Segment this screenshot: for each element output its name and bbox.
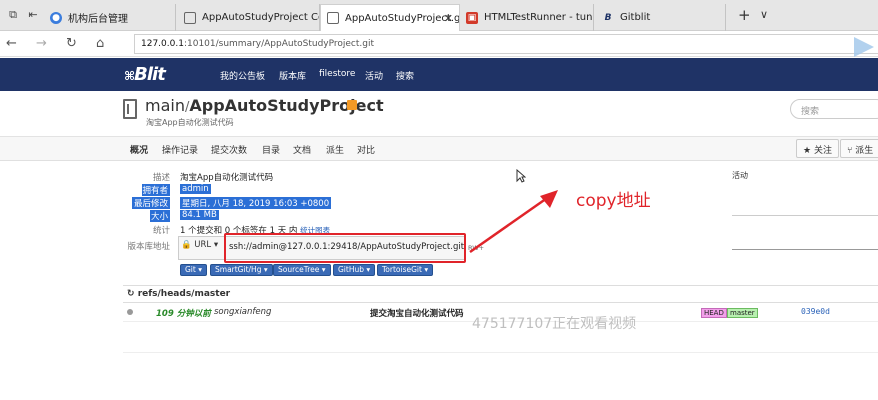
tab-project-config[interactable]: AppAutoStudyProject Confi	[178, 4, 320, 31]
nav-activity[interactable]: 活动	[365, 69, 383, 82]
globe-icon: ●	[50, 11, 62, 24]
lock-icon: 🔒	[181, 240, 192, 250]
new-tab-icon[interactable]: +	[738, 8, 751, 23]
url-input[interactable]: 127.0.0.1:10101/summary/AppAutoStudyProj…	[134, 34, 878, 54]
head-badge[interactable]: HEAD	[701, 308, 727, 318]
activity-chart-axis	[732, 249, 878, 250]
client-tortoisegit-button[interactable]: TortoiseGit ▾	[377, 264, 434, 276]
owner-link[interactable]: main	[145, 96, 185, 115]
tab-forks[interactable]: 派生	[326, 143, 344, 156]
app-icon: ▣	[466, 11, 478, 24]
nav-filestore[interactable]: filestore	[319, 69, 355, 79]
owner-label: 拥有者	[142, 184, 170, 196]
commit-age: 109 分钟以前	[156, 309, 211, 319]
page-icon	[184, 11, 196, 24]
video-watermark: 475177107正在观看视频	[472, 316, 637, 332]
browser-tab-bar: ⧉ ⇤ ● 机构后台管理 AppAutoStudyProject Confi A…	[0, 0, 878, 31]
refs-header[interactable]: ↻ refs/heads/master	[123, 285, 878, 303]
desc-value: 淘宝App自动化测试代码	[180, 173, 274, 183]
size-value: 84.1 MB	[180, 210, 219, 220]
forward-icon[interactable]: →	[36, 36, 47, 52]
client-sourcetree-button[interactable]: SourceTree ▾	[273, 264, 331, 276]
git-glyph-icon: ⌘	[124, 69, 135, 83]
divider	[123, 352, 878, 353]
tab-commits[interactable]: 提交次数	[211, 143, 247, 156]
activity-chart-gridline	[732, 215, 878, 216]
owner-value[interactable]: admin	[180, 184, 211, 194]
tab-summary[interactable]: 概况	[130, 143, 148, 156]
tab-htmltestrunner[interactable]: ▣ HTMLTestRunner - tungwai	[460, 4, 594, 31]
tab-manager-icon[interactable]: ⧉	[6, 8, 20, 22]
branch-icon: ↻	[127, 289, 135, 299]
home-icon[interactable]: ⌂	[96, 36, 104, 52]
tab-compare[interactable]: 对比	[357, 143, 375, 156]
watch-button[interactable]: ★ 关注	[796, 139, 839, 158]
repo-header: main/AppAutoStudyProject 淘宝App自动化测试代码 搜索	[0, 91, 878, 137]
chevron-down-icon[interactable]: ∨	[760, 8, 768, 22]
tab-admin[interactable]: ● 机构后台管理	[44, 4, 176, 31]
rss-icon[interactable]	[347, 100, 357, 110]
repo-description: 淘宝App自动化测试代码	[146, 118, 234, 127]
commit-sha[interactable]: 039e0d	[801, 307, 830, 316]
branch-badge[interactable]: master	[727, 308, 758, 318]
cursor-icon	[516, 169, 526, 183]
activity-label: 活动	[732, 171, 748, 180]
client-github-button[interactable]: GitHub ▾	[333, 264, 376, 276]
address-bar: ← → ↻ ⌂ 127.0.0.1:10101/summary/AppAutoS…	[0, 31, 878, 57]
annotation-text: copy地址	[576, 191, 651, 211]
size-label: 大小	[150, 210, 170, 222]
repository-icon	[123, 99, 137, 119]
tab-project-summary[interactable]: AppAutoStudyProject.g ✕	[320, 4, 460, 31]
gitblit-logo[interactable]: ⌘Blit	[124, 64, 166, 85]
fork-icon: ⑂	[847, 146, 853, 156]
chevron-down-icon: ▾	[213, 240, 219, 250]
back-tabs-icon[interactable]: ⇤	[26, 8, 40, 22]
commit-author[interactable]: songxianfeng	[214, 307, 271, 317]
star-icon: ★	[803, 146, 812, 156]
desc-label: 描述	[152, 173, 170, 183]
commit-message[interactable]: 提交淘宝自动化测试代码	[370, 307, 464, 319]
extension-icon[interactable]	[848, 31, 878, 61]
page-icon	[327, 12, 339, 24]
tab-reflog[interactable]: 操作记录	[162, 143, 198, 156]
stats-label: 统计	[152, 226, 170, 236]
tab-tree[interactable]: 目录	[262, 143, 280, 156]
gitblit-icon: B	[604, 12, 612, 23]
search-input[interactable]: 搜索	[790, 99, 878, 119]
gitblit-top-nav: ⌘Blit 我的公告板 版本库 filestore 活动 搜索	[0, 58, 878, 91]
url-protocol-dropdown[interactable]: 🔒 URL ▾	[181, 240, 218, 250]
annotation-arrow	[469, 190, 558, 254]
repo-subnav: 概况 操作记录 提交次数 目录 文档 派生 对比 ★ 关注 ⑂ 派生	[0, 137, 878, 161]
refresh-icon[interactable]: ↻	[66, 36, 77, 52]
nav-dashboard[interactable]: 我的公告板	[220, 69, 265, 82]
nav-search[interactable]: 搜索	[396, 69, 414, 82]
fork-button[interactable]: ⑂ 派生	[840, 139, 878, 158]
highlight-box	[224, 233, 466, 263]
client-smartgit-button[interactable]: SmartGit/Hg ▾	[210, 264, 273, 276]
nav-repositories[interactable]: 版本库	[279, 69, 306, 82]
modified-label: 最后修改	[132, 197, 170, 209]
commit-dot-icon	[127, 309, 133, 315]
back-icon[interactable]: ←	[6, 36, 17, 52]
url-label: 版本库地址	[127, 242, 170, 252]
close-icon[interactable]: ✕	[444, 12, 453, 25]
tab-docs[interactable]: 文档	[293, 143, 311, 156]
client-git-button[interactable]: Git ▾	[180, 264, 207, 276]
modified-value: 星期日, 八月 18, 2019 16:03 +0800	[180, 197, 332, 209]
tab-gitblit[interactable]: B Gitblit	[596, 4, 726, 31]
